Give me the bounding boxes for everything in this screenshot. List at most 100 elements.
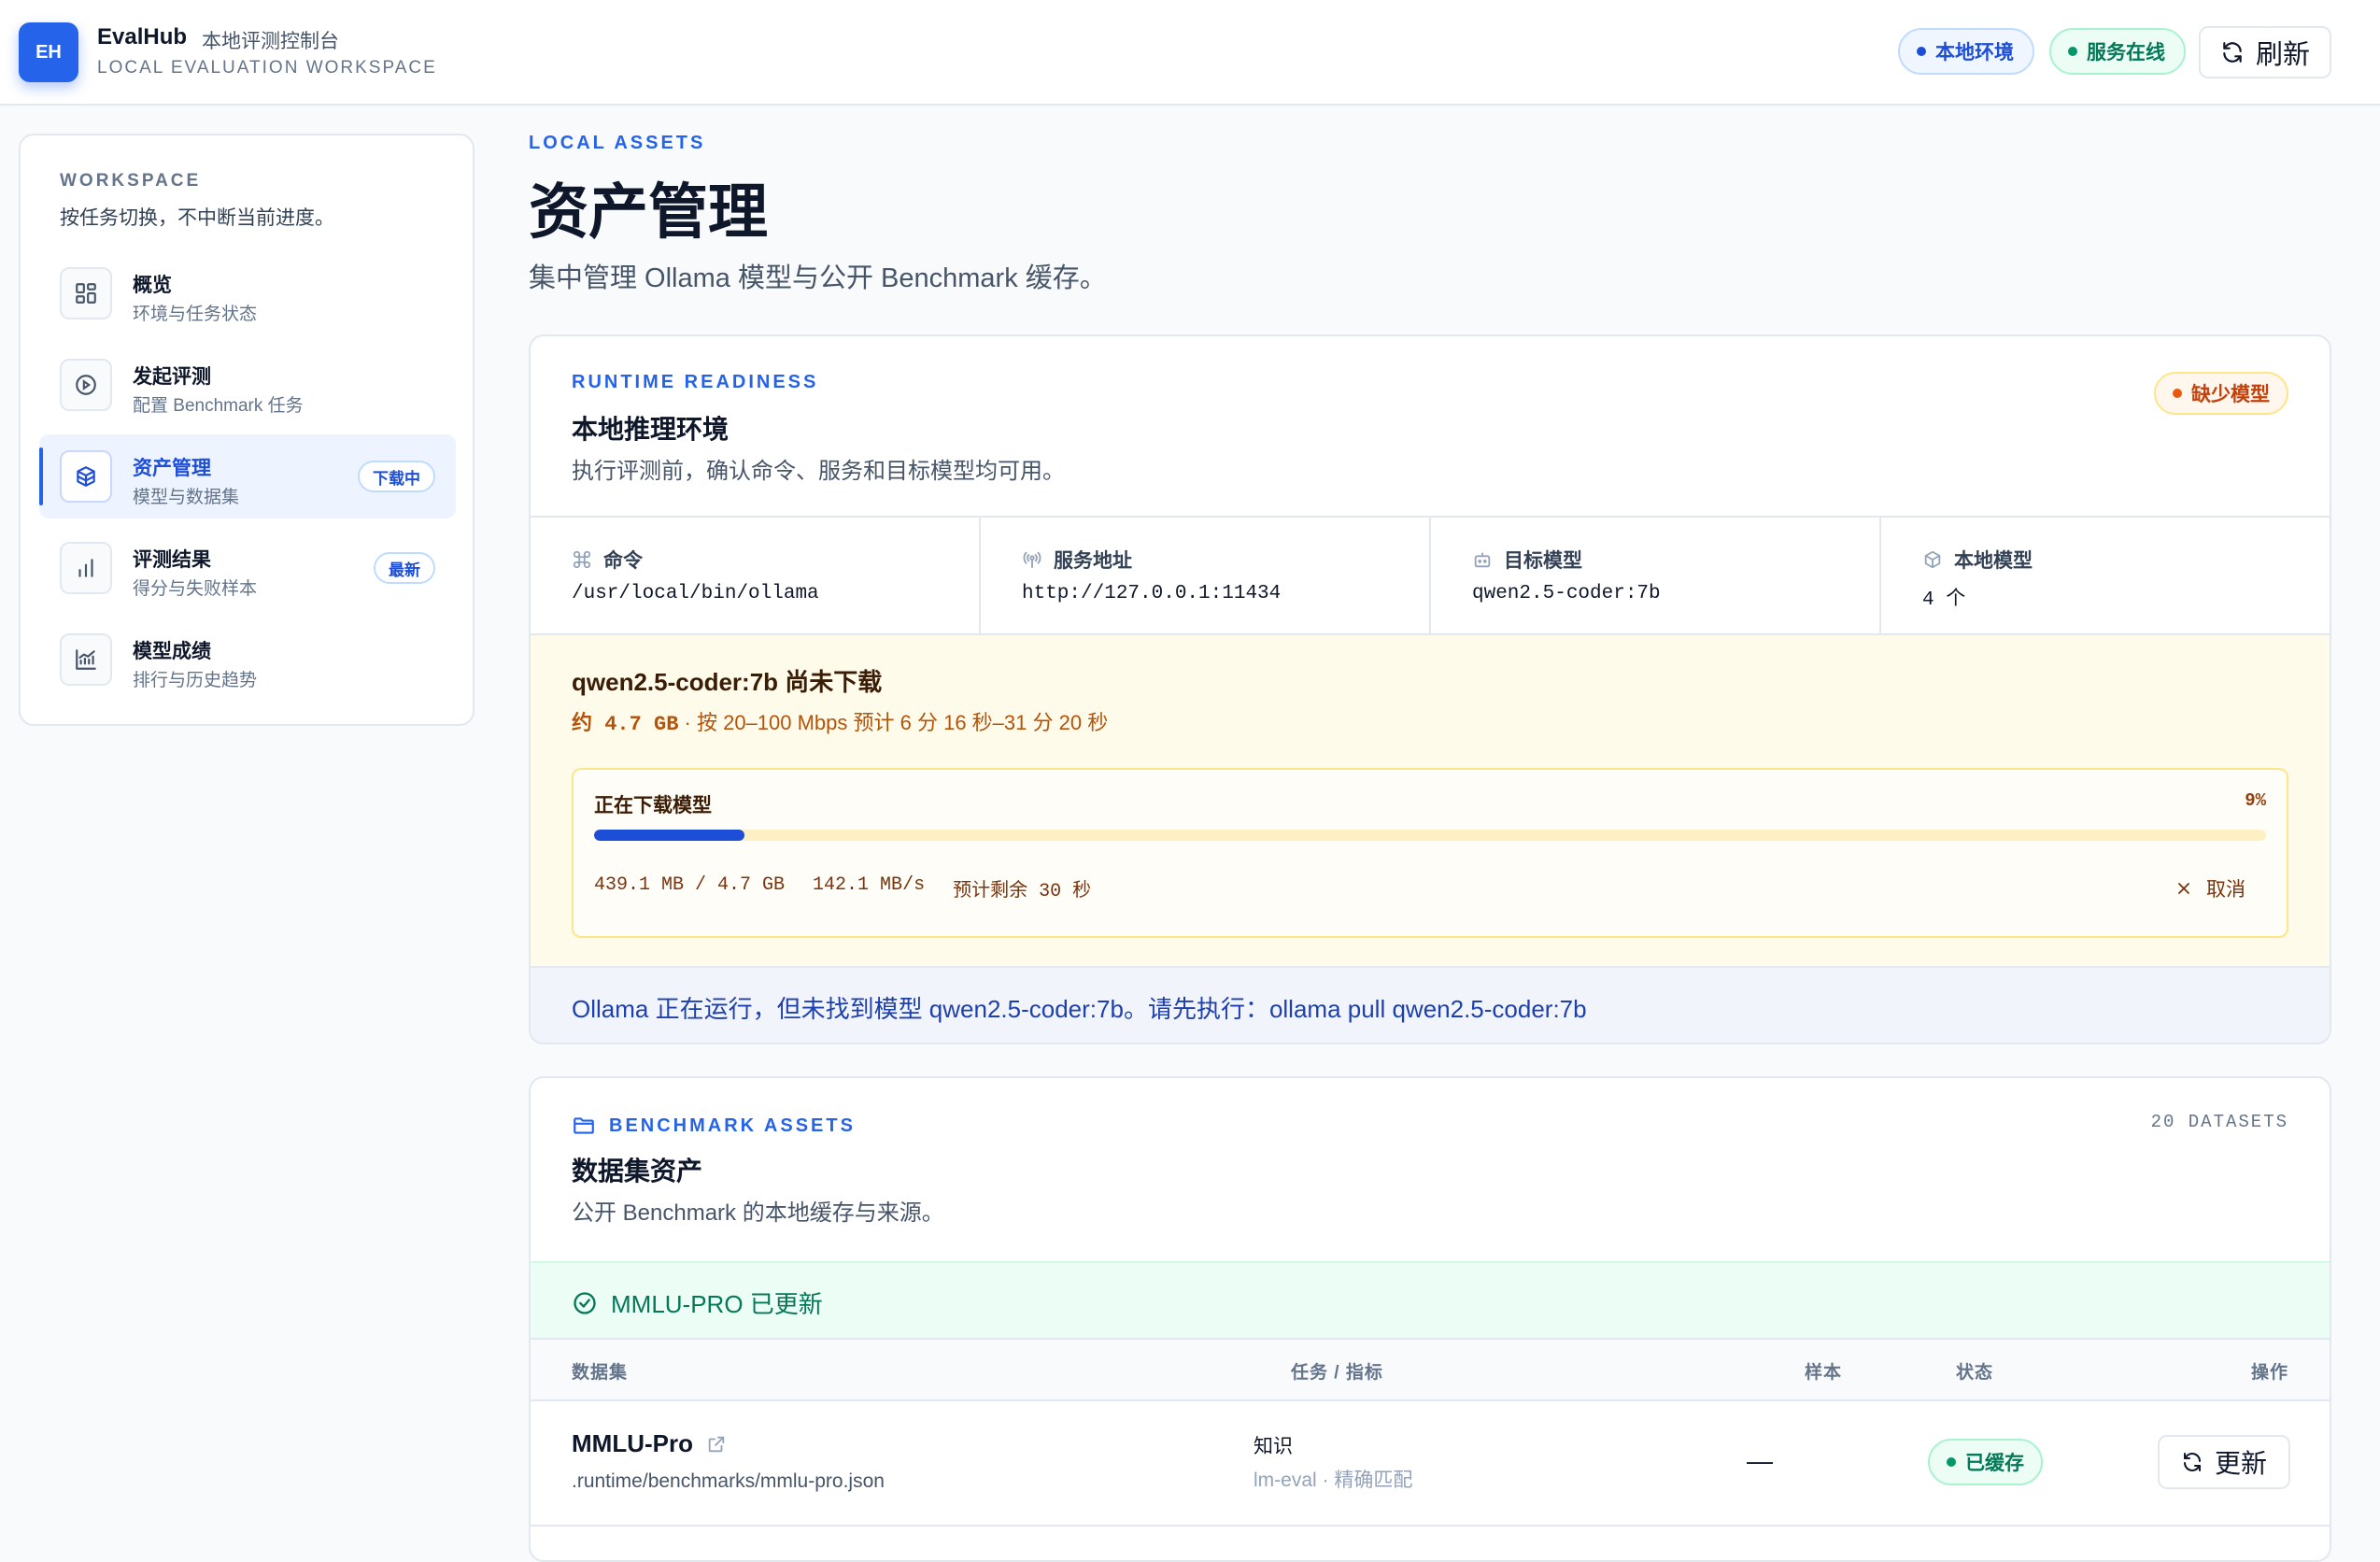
trend-chart-icon bbox=[60, 633, 112, 686]
sidebar-item-title: 概览 bbox=[133, 275, 172, 296]
download-progress-bar bbox=[594, 830, 2266, 841]
download-meta: 约 4.7 GB · 按 20–100 Mbps 预计 6 分 16 秒–31 … bbox=[572, 706, 1108, 736]
environment-label: 本地环境 bbox=[1935, 42, 2014, 64]
sidebar-item-assets[interactable]: 资产管理 模型与数据集 下载中 bbox=[39, 434, 456, 518]
success-banner: MMLU-PRO 已更新 bbox=[531, 1261, 2330, 1338]
stat-value: /usr/local/bin/ollama bbox=[572, 583, 819, 604]
download-remaining: 预计剩余 30 秒 bbox=[953, 881, 1092, 902]
sidebar-item-subtitle: 配置 Benchmark 任务 bbox=[133, 396, 304, 416]
status-dot-icon bbox=[2173, 389, 2182, 398]
datasets-description: 公开 Benchmark 的本地缓存与来源。 bbox=[572, 1200, 944, 1226]
check-circle-icon bbox=[574, 1291, 596, 1314]
sidebar-item-subtitle: 模型与数据集 bbox=[133, 488, 240, 507]
close-icon bbox=[2178, 883, 2189, 894]
download-percent: 9% bbox=[2245, 790, 2266, 811]
cube-icon bbox=[1924, 550, 1941, 569]
runtime-info-bar: Ollama 正在运行，但未找到模型 qwen2.5-coder:7b。请先执行… bbox=[531, 966, 2330, 1043]
page-title: 资产管理 bbox=[529, 178, 768, 246]
status-label: 已缓存 bbox=[1965, 1453, 2024, 1474]
sidebar-item-title: 模型成绩 bbox=[133, 641, 211, 662]
page-eyebrow: LOCAL ASSETS bbox=[529, 133, 706, 153]
download-title: qwen2.5-coder:7b 尚未下载 bbox=[572, 668, 883, 696]
datasets-title: 数据集资产 bbox=[572, 1157, 703, 1186]
grid-icon bbox=[60, 267, 112, 320]
success-message: MMLU-PRO 已更新 bbox=[611, 1290, 823, 1318]
folder-icon bbox=[574, 1117, 594, 1134]
stat-target-model: 目标模型 qwen2.5-coder:7b bbox=[1431, 518, 1881, 633]
runtime-description: 执行评测前，确认命令、服务和目标模型均可用。 bbox=[572, 459, 1065, 484]
update-dataset-button[interactable]: 更新 bbox=[2158, 1435, 2290, 1489]
cancel-download-button[interactable]: 取消 bbox=[2175, 874, 2245, 902]
top-bar: EH EvalHub 本地评测控制台 LOCAL EVALUATION WORK… bbox=[0, 0, 2380, 106]
stat-label: 目标模型 bbox=[1504, 550, 1582, 572]
refresh-icon bbox=[2183, 1453, 2201, 1471]
sidebar-item-results[interactable]: 评测结果 得分与失败样本 最新 bbox=[39, 526, 456, 610]
cancel-label: 取消 bbox=[2206, 879, 2245, 901]
downloading-badge: 下载中 bbox=[358, 461, 435, 492]
datasets-eyebrow-label: BENCHMARK ASSETS bbox=[609, 1115, 856, 1136]
command-icon bbox=[573, 550, 591, 569]
sidebar-description: 按任务切换，不中断当前进度。 bbox=[60, 207, 334, 229]
dataset-path: .runtime/benchmarks/mmlu-pro.json bbox=[572, 1470, 885, 1492]
download-size: 约 4.7 GB bbox=[572, 713, 679, 736]
latest-badge: 最新 bbox=[374, 552, 435, 584]
column-header: 样本 bbox=[1805, 1363, 1843, 1383]
dataset-samples: — bbox=[1747, 1446, 1773, 1475]
app-name: EvalHub bbox=[97, 24, 188, 50]
stat-label: 本地模型 bbox=[1954, 550, 2033, 572]
sidebar-item-start-eval[interactable]: 发起评测 配置 Benchmark 任务 bbox=[39, 343, 456, 427]
dataset-metric: lm-eval · 精确匹配 bbox=[1254, 1470, 1413, 1491]
app-subtitle: 本地评测控制台 bbox=[202, 31, 339, 52]
sidebar-item-title: 发起评测 bbox=[133, 366, 211, 388]
bar-chart-icon bbox=[60, 542, 112, 594]
sidebar-label: WORKSPACE bbox=[60, 171, 202, 191]
runtime-card: RUNTIME READINESS 本地推理环境 执行评测前，确认命令、服务和目… bbox=[529, 334, 2331, 1044]
sidebar-item-overview[interactable]: 概览 环境与任务状态 bbox=[39, 251, 456, 335]
sidebar-item-title: 资产管理 bbox=[133, 458, 211, 479]
bot-icon bbox=[1474, 552, 1491, 568]
runtime-eyebrow: RUNTIME READINESS bbox=[572, 372, 819, 392]
refresh-label: 刷新 bbox=[2255, 40, 2310, 70]
status-badge: 已缓存 bbox=[1928, 1439, 2043, 1485]
column-header: 操作 bbox=[2250, 1363, 2288, 1383]
stat-command: 命令 /usr/local/bin/ollama bbox=[531, 518, 981, 633]
app-logo: EH bbox=[19, 22, 78, 82]
runtime-stats: 命令 /usr/local/bin/ollama 服务地址 http://127… bbox=[531, 516, 2330, 635]
page-description: 集中管理 Ollama 模型与公开 Benchmark 缓存。 bbox=[529, 263, 1107, 293]
refresh-button[interactable]: 刷新 bbox=[2199, 26, 2331, 78]
update-label: 更新 bbox=[2214, 1449, 2267, 1478]
box-icon bbox=[60, 450, 112, 503]
sidebar-item-subtitle: 排行与历史趋势 bbox=[133, 671, 258, 690]
broadcast-icon bbox=[1023, 551, 1041, 569]
download-progress-fill bbox=[594, 830, 745, 841]
table-row: MMLU-Pro .runtime/benchmarks/mmlu-pro.js… bbox=[531, 1401, 2330, 1526]
datasets-table-header: 数据集 任务 / 指标 样本 状态 操作 bbox=[531, 1338, 2330, 1401]
download-estimate: · 按 20–100 Mbps 预计 6 分 16 秒–31 分 20 秒 bbox=[678, 711, 1109, 734]
download-speed: 142.1 MB/s bbox=[813, 874, 926, 896]
stat-local-models: 本地模型 4 个 bbox=[1881, 518, 2330, 633]
environment-pill: 本地环境 bbox=[1898, 28, 2034, 75]
status-dot-icon bbox=[2068, 47, 2077, 56]
runtime-title: 本地推理环境 bbox=[572, 415, 730, 444]
sidebar-item-subtitle: 得分与失败样本 bbox=[133, 579, 258, 599]
column-header: 数据集 bbox=[572, 1363, 629, 1383]
sidebar-item-title: 评测结果 bbox=[133, 549, 211, 571]
missing-model-label: 缺少模型 bbox=[2191, 384, 2270, 405]
app-tagline: LOCAL EVALUATION WORKSPACE bbox=[97, 58, 437, 78]
download-stats: 439.1 MB / 4.7 GB 142.1 MB/s 预计剩余 30 秒 bbox=[594, 874, 1091, 902]
datasets-eyebrow: BENCHMARK ASSETS bbox=[572, 1114, 856, 1138]
service-status-label: 服务在线 bbox=[2087, 42, 2165, 64]
stat-service-address: 服务地址 http://127.0.0.1:11434 bbox=[981, 518, 1431, 633]
datasets-card: BENCHMARK ASSETS 数据集资产 公开 Benchmark 的本地缓… bbox=[529, 1076, 2331, 1562]
column-header: 任务 / 指标 bbox=[1291, 1363, 1383, 1383]
download-progress-label: 正在下载模型 bbox=[594, 795, 712, 816]
stat-value: http://127.0.0.1:11434 bbox=[1022, 583, 1282, 604]
sidebar-item-model-scores[interactable]: 模型成绩 排行与历史趋势 bbox=[39, 618, 456, 702]
datasets-count: 20 DATASETS bbox=[2150, 1112, 2288, 1132]
dataset-task: 知识 bbox=[1254, 1436, 1293, 1457]
stat-label: 服务地址 bbox=[1054, 550, 1132, 572]
external-link-icon[interactable] bbox=[706, 1434, 727, 1455]
stat-value: qwen2.5-coder:7b bbox=[1472, 583, 1661, 604]
runtime-info-message: Ollama 正在运行，但未找到模型 qwen2.5-coder:7b。请先执行… bbox=[572, 995, 1587, 1023]
download-transferred: 439.1 MB / 4.7 GB bbox=[594, 874, 786, 896]
